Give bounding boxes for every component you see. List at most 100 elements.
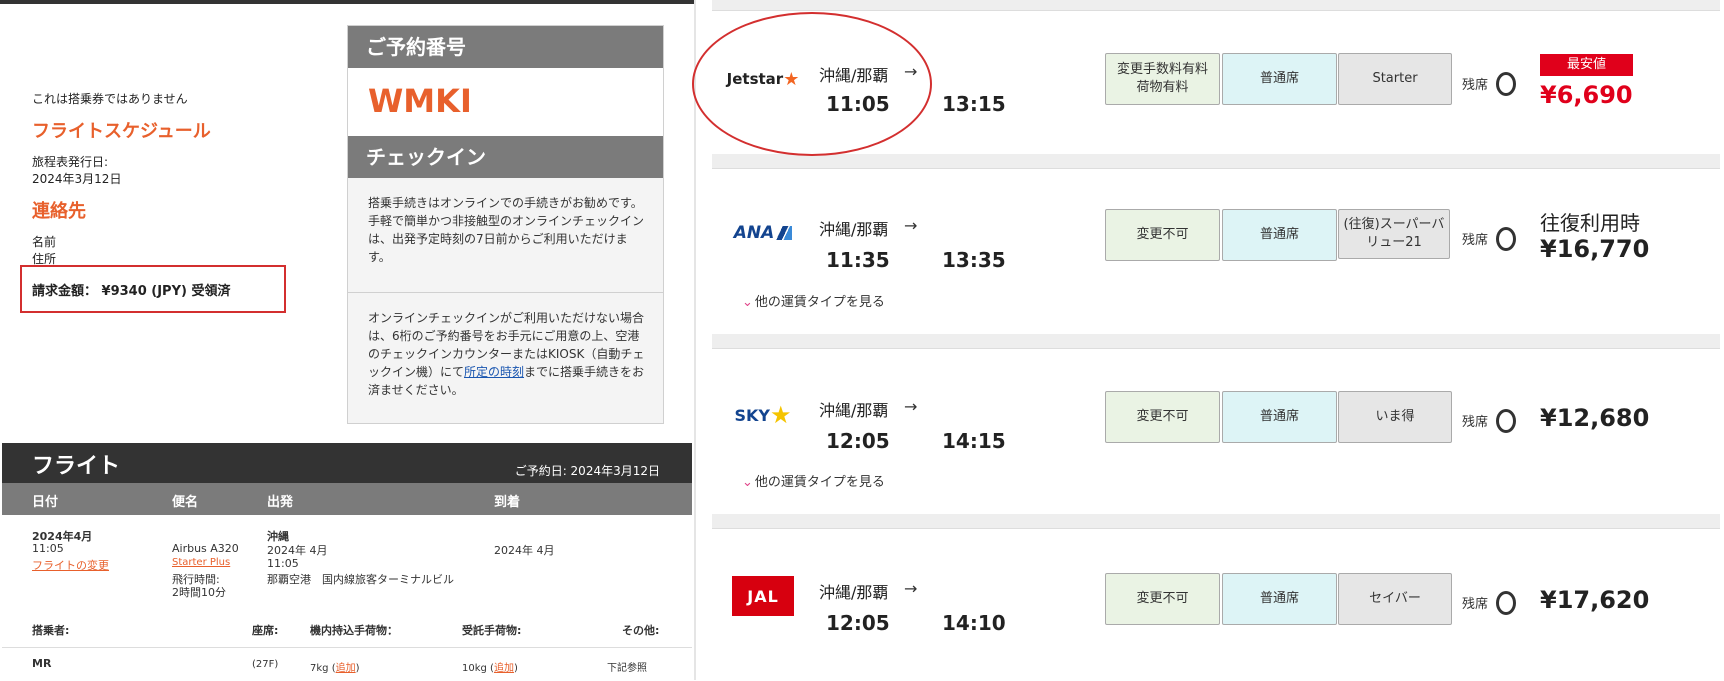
arr-time: 13:35	[942, 248, 1006, 272]
lowest-price-badge: 最安値	[1540, 54, 1633, 76]
price[interactable]: ¥17,620	[1540, 586, 1649, 614]
designated-time-link[interactable]: 所定の時刻	[464, 365, 524, 379]
fare-condition[interactable]: 変更手数料有料 荷物有料	[1105, 53, 1220, 105]
round-trip-note: 往復利用時	[1540, 211, 1640, 235]
add-carry-link[interactable]: 追加	[336, 663, 356, 674]
flight-section-header: フライト ご予約日: 2024年3月12日	[2, 443, 692, 483]
flight-row-sky[interactable]: SKY ★ 沖縄/那覇 → 12:05 14:15 変更不可 普通席 いま得 残席…	[712, 348, 1720, 516]
more-fares-link[interactable]: ⌄ 他の運賃タイプを見る	[742, 471, 885, 490]
seats-label: 残席	[1462, 415, 1489, 430]
dep-time: 12:05	[826, 611, 890, 635]
availability-circle-icon	[1496, 227, 1516, 251]
chevron-down-icon: ⌄	[742, 295, 753, 310]
availability-circle-icon	[1496, 591, 1516, 615]
route: 沖縄/那覇	[819, 220, 889, 239]
flight-title: フライト	[32, 454, 121, 479]
billing-amount: 請求金額： ¥9340 (JPY) 受領済	[32, 284, 231, 299]
top-border	[0, 0, 694, 4]
dep-time: 12:05	[826, 429, 890, 453]
ana-logo: ANA	[732, 213, 794, 253]
col-date: 日付	[32, 495, 59, 510]
seats-label: 残席	[1462, 233, 1489, 248]
separator	[712, 0, 1720, 10]
fare-type[interactable]: いま得	[1338, 391, 1452, 443]
fare-condition[interactable]: 変更不可	[1105, 573, 1220, 625]
arr-date: 2024年 4月	[494, 544, 555, 557]
issue-date: 2024年3月12日	[32, 172, 122, 186]
more-fares-text: 他の運賃タイプを見る	[754, 295, 885, 310]
seats-label: 残席	[1462, 78, 1489, 93]
col-depart: 出発	[267, 495, 294, 510]
card-divider	[348, 292, 663, 293]
pax-col-label: 搭乗者:	[32, 624, 70, 637]
arrow-icon: →	[904, 216, 918, 235]
arrow-icon: →	[904, 579, 918, 598]
dep-airport: 那覇空港 国内線旅客ターミナルビル	[267, 573, 454, 586]
separator	[712, 334, 1720, 348]
annotation-ellipse	[692, 12, 932, 156]
more-fares-text: 他の運賃タイプを見る	[754, 475, 885, 490]
pax-other: 下記参照	[607, 663, 647, 674]
dep-time: 11:05	[267, 557, 299, 570]
seats-label: 残席	[1462, 597, 1489, 612]
change-flight-link[interactable]: フライトの変更	[32, 557, 109, 573]
price[interactable]: ¥6,690	[1540, 81, 1633, 109]
col-arrive: 到着	[494, 495, 521, 510]
booking-number-header: ご予約番号	[348, 26, 663, 68]
checkin-header: チェックイン	[348, 136, 663, 178]
fare-condition[interactable]: 変更不可	[1105, 209, 1220, 261]
contact-title: 連絡先	[32, 201, 86, 222]
carry-weight: 7kg	[310, 663, 329, 674]
availability-circle-icon	[1496, 409, 1516, 433]
route: 沖縄/那覇	[819, 401, 889, 420]
route: 沖縄/那覇	[819, 583, 889, 602]
jal-logo: JAL	[732, 576, 794, 616]
seat-class[interactable]: 普通席	[1222, 53, 1337, 105]
pax-name: MR	[32, 657, 52, 670]
schedule-title: フライトスケジュール	[32, 121, 211, 142]
seat-class[interactable]: 普通席	[1222, 209, 1337, 261]
more-fares-link[interactable]: ⌄ 他の運賃タイプを見る	[742, 291, 885, 310]
dep-date: 2024年 4月	[267, 544, 328, 557]
seat-class[interactable]: 普通席	[1222, 391, 1337, 443]
name-label: 名前	[32, 235, 57, 249]
fare-type[interactable]: (往復)スーパーバリュー21	[1338, 209, 1450, 259]
not-boarding-pass-note: これは搭乗券ではありません	[32, 92, 188, 106]
checked-weight: 10kg	[462, 663, 487, 674]
seat-col-label: 座席:	[252, 624, 279, 637]
dep-time: 11:35	[826, 248, 890, 272]
availability-circle-icon	[1496, 72, 1516, 96]
booking-date: ご予約日: 2024年3月12日	[514, 464, 660, 478]
carry-col-label: 機内持込手荷物：	[310, 624, 398, 637]
seat-class[interactable]: 普通席	[1222, 573, 1337, 625]
checkin-alt-info: オンラインチェックインがご利用いただけない場合は、6桁のご予約番号をお手元にご用…	[368, 309, 648, 399]
col-flight: 便名	[172, 495, 199, 510]
billing-highlight: 請求金額： ¥9340 (JPY) 受領済	[20, 265, 286, 313]
pax-seat: (27F)	[252, 659, 279, 670]
fare-type-link[interactable]: Starter Plus	[172, 557, 230, 568]
booking-card: ご予約番号 WMKI チェックイン 搭乗手続きはオンラインでの手続きがお勧めです…	[347, 25, 664, 424]
add-checked-link[interactable]: 追加	[494, 663, 514, 674]
other-col-label: その他:	[622, 624, 660, 637]
fare-type[interactable]: セイバー	[1338, 573, 1452, 625]
booking-number: WMKI	[368, 82, 472, 120]
arr-time: 14:10	[942, 611, 1006, 635]
pax-divider	[2, 647, 692, 648]
checkin-info: 搭乗手続きはオンラインでの手続きがお勧めです。手軽で簡単かつ非接触型のオンライン…	[368, 196, 645, 264]
fare-type[interactable]: Starter	[1338, 53, 1452, 105]
ana-logo-text: ANA	[733, 223, 775, 243]
flight-row-ana[interactable]: ANA 沖縄/那覇 → 11:35 13:35 変更不可 普通席 (往復)スーパ…	[712, 168, 1720, 336]
arr-time: 14:15	[942, 429, 1006, 453]
chevron-down-icon: ⌄	[742, 475, 753, 490]
carry-on-value: 7kg (追加)	[310, 663, 360, 674]
flight-time: 11:05	[32, 542, 64, 555]
separator	[712, 154, 1720, 168]
separator	[712, 514, 1720, 528]
price[interactable]: ¥12,680	[1540, 404, 1649, 432]
fare-condition[interactable]: 変更不可	[1105, 391, 1220, 443]
aircraft: Airbus A320	[172, 542, 239, 555]
flight-row-jal[interactable]: JAL 沖縄/那覇 → 12:05 14:10 変更不可 普通席 セイバー 残席…	[712, 528, 1720, 681]
price[interactable]: ¥16,770	[1540, 235, 1649, 263]
arrow-icon: →	[904, 397, 918, 416]
ana-stripes-icon	[776, 226, 793, 240]
